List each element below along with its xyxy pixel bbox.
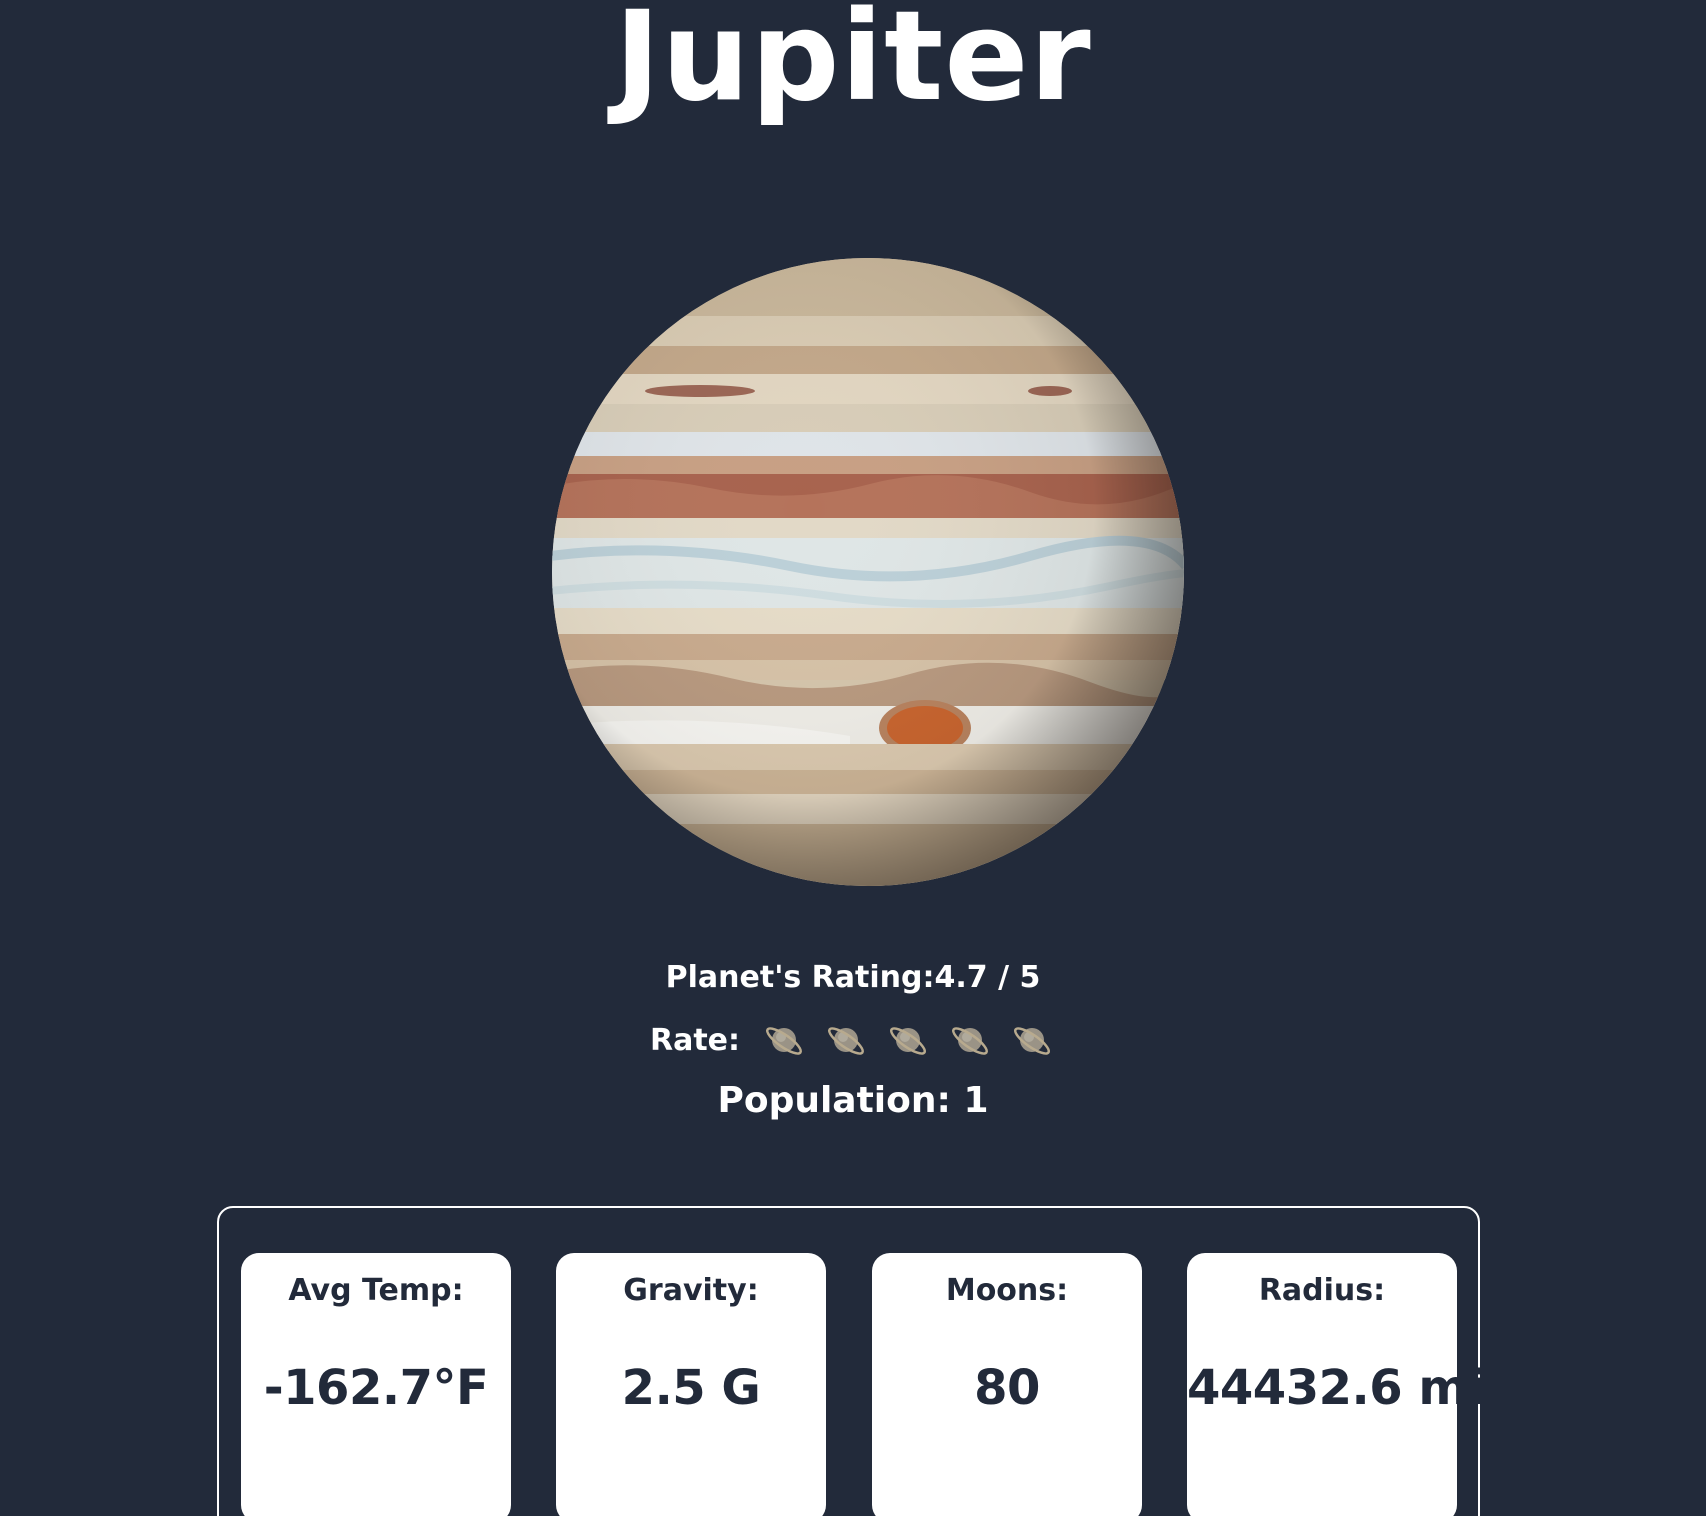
population-value: 1 [963,1080,989,1121]
planet-image [550,256,1186,888]
jupiter-illustration [552,258,1184,886]
rate-control: Rate: [650,1015,1054,1065]
stat-value: -162.7°F [263,1360,489,1416]
stat-card-radius: Radius: 44432.6 mi [1187,1253,1484,1516]
saturn-icon[interactable] [1010,1018,1054,1062]
stat-value: 44432.6 mi [1187,1360,1484,1416]
stat-value: 80 [974,1360,1040,1416]
saturn-icon[interactable] [886,1018,930,1062]
stat-card-gravity: Gravity: 2.5 G [556,1253,826,1516]
stat-label: Gravity: [623,1273,759,1308]
stat-label: Moons: [945,1273,1069,1308]
stat-label: Avg Temp: [288,1273,464,1308]
rate-label: Rate: [650,1022,741,1058]
stat-label: Radius: [1258,1273,1386,1308]
stat-value: 2.5 G [621,1360,761,1416]
planet-page: Jupiter Planet's Rating:4.7 / 5 Rate: Po… [0,0,1706,1516]
rating-value: 4.7 / 5 [934,960,1041,995]
population-label: Population: [717,1080,951,1121]
page-title: Jupiter [614,0,1092,129]
stat-card-moons: Moons: 80 [872,1253,1142,1516]
saturn-icon[interactable] [948,1018,992,1062]
planet-rating: Planet's Rating:4.7 / 5 [0,960,1706,995]
saturn-icon[interactable] [824,1018,868,1062]
population: Population: 1 [0,1080,1706,1121]
stat-card-avg-temp: Avg Temp: -162.7°F [241,1253,511,1516]
saturn-icon[interactable] [762,1018,806,1062]
rating-label: Planet's Rating: [665,960,935,995]
